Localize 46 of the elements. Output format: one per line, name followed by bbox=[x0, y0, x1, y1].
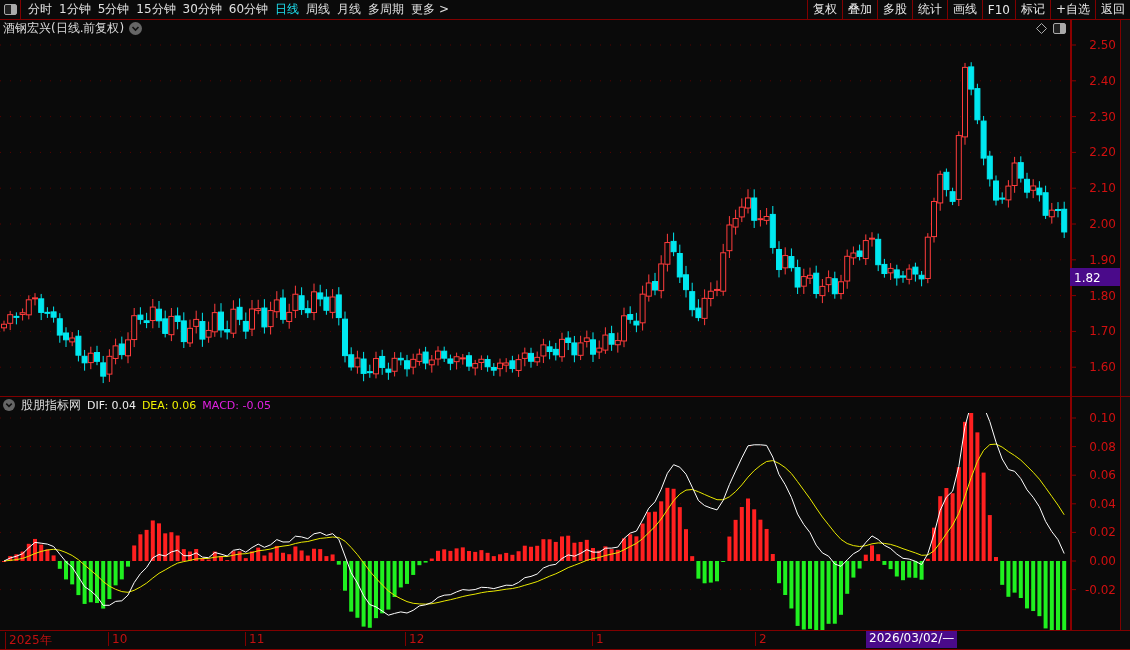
macd-tick-label: 0.00 bbox=[1089, 554, 1116, 568]
panel-toggle-icon[interactable] bbox=[1052, 21, 1066, 36]
price-tick-label: 2.40 bbox=[1089, 73, 1116, 88]
date-label: 11 bbox=[245, 632, 265, 646]
date-label: 10 bbox=[108, 632, 128, 646]
period-tab[interactable]: 日线 bbox=[275, 1, 300, 18]
macd-tick-label: 0.06 bbox=[1089, 468, 1116, 483]
period-tab[interactable]: 1分钟 bbox=[59, 1, 91, 18]
macd-tick-label: 0.04 bbox=[1089, 496, 1116, 511]
price-tick-label: 1.60 bbox=[1089, 360, 1116, 375]
macd-tick-label: -0.02 bbox=[1084, 582, 1116, 597]
price-tick-label: 2.30 bbox=[1089, 109, 1116, 124]
chart-title: 酒钢宏兴(日线.前复权) bbox=[3, 20, 125, 38]
current-price-tag bbox=[1070, 268, 1120, 286]
period-tab[interactable]: 60分钟 bbox=[228, 1, 269, 18]
current-price: 1.82 bbox=[1074, 271, 1101, 285]
price-tick-label: 2.50 bbox=[1089, 38, 1116, 52]
price-tick-label: 1.70 bbox=[1089, 324, 1116, 339]
price-tick-label: 1.90 bbox=[1089, 252, 1116, 267]
indicator-name: 股朋指标网 bbox=[21, 396, 81, 414]
date-label: 2025年 bbox=[5, 632, 52, 649]
period-tab[interactable]: 30分钟 bbox=[182, 1, 222, 18]
macd-value: MACD: -0.05 bbox=[202, 398, 271, 412]
period-tab[interactable]: 分时 bbox=[28, 1, 52, 18]
dea-value: DEA: 0.06 bbox=[141, 398, 197, 412]
dropdown-icon[interactable] bbox=[3, 399, 15, 411]
period-tab[interactable]: 15分钟 bbox=[136, 1, 176, 18]
period-tab[interactable]: 5分钟 bbox=[97, 1, 130, 18]
period-tab[interactable]: 多周期 bbox=[368, 1, 405, 18]
macd-tick-label: 0.02 bbox=[1089, 525, 1116, 540]
period-tab[interactable]: 月线 bbox=[337, 1, 362, 18]
diamond-icon[interactable] bbox=[1036, 23, 1047, 35]
cursor-date-tag: 2026/03/02/— bbox=[866, 631, 958, 648]
period-tab[interactable]: 周线 bbox=[306, 1, 331, 18]
macd-tick-label: 0.10 bbox=[1089, 411, 1116, 425]
price-tick-label: 2.20 bbox=[1089, 145, 1116, 160]
date-label: 2 bbox=[755, 632, 767, 646]
price-tick-label: 2.00 bbox=[1089, 217, 1116, 231]
price-tick-label: 2.10 bbox=[1089, 181, 1116, 196]
date-label: 1 bbox=[592, 632, 604, 646]
macd-tick-label: 0.08 bbox=[1089, 439, 1116, 454]
date-label: 12 bbox=[405, 632, 425, 646]
price-tick-label: 1.80 bbox=[1089, 288, 1116, 303]
dropdown-icon[interactable] bbox=[129, 22, 143, 36]
period-tab[interactable]: 更多 > bbox=[411, 1, 449, 18]
dif-value: DIF: 0.04 bbox=[87, 398, 136, 412]
